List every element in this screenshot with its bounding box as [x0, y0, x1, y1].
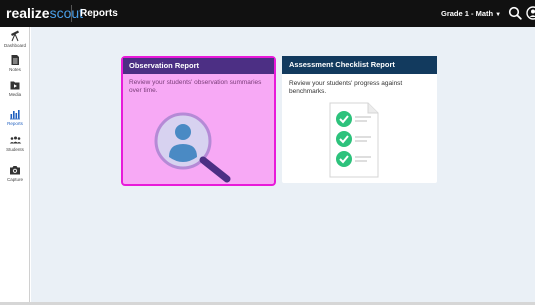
card-title: Observation Report	[123, 58, 274, 74]
camera-icon	[10, 166, 20, 175]
brand-logo-sub: scout	[49, 5, 84, 21]
card-title: Assessment Checklist Report	[282, 56, 437, 74]
sidebar-item-students[interactable]: Students	[0, 135, 30, 159]
account-icon[interactable]	[526, 6, 535, 20]
brand-logo-main: realize	[6, 5, 50, 21]
top-bar: realizescout Reports Grade 1 - Math ▼	[0, 0, 535, 27]
chevron-down-icon: ▼	[495, 12, 502, 18]
sidebar: Dashboard Notes Media Reports Students C…	[0, 27, 30, 303]
sidebar-item-label: Capture	[6, 177, 23, 182]
card-description: Review your students' observation summar…	[129, 79, 262, 94]
sidebar-item-notes[interactable]: Notes	[0, 54, 30, 78]
sidebar-item-label: Media	[8, 92, 22, 97]
students-icon	[9, 136, 21, 144]
observation-report-card[interactable]: Observation Report Review your students'…	[121, 56, 276, 186]
sidebar-item-reports[interactable]: Reports	[0, 108, 30, 132]
sidebar-item-label: Reports	[7, 121, 23, 126]
telescope-icon	[11, 30, 19, 42]
notes-icon	[11, 55, 19, 65]
main-content: Observation Report Review your students'…	[31, 27, 535, 303]
bar-chart-icon	[10, 110, 20, 120]
sidebar-item-label: Students	[6, 147, 24, 152]
search-icon[interactable]	[508, 6, 522, 20]
media-icon	[10, 81, 20, 90]
sidebar-item-media[interactable]: Media	[0, 79, 30, 103]
sidebar-item-dashboard[interactable]: Dashboard	[0, 29, 30, 53]
grade-selector[interactable]: Grade 1 - Math ▼	[441, 8, 501, 21]
sidebar-item-capture[interactable]: Capture	[0, 164, 30, 188]
grade-selector-label: Grade 1 - Math	[441, 9, 494, 18]
sidebar-item-label: Notes	[9, 67, 21, 72]
magnifier-person-icon	[154, 112, 231, 183]
header-divider	[71, 5, 72, 22]
sidebar-item-label: Dashboard	[3, 43, 26, 48]
page-title: Reports	[80, 8, 118, 19]
card-description: Review your students' progress against b…	[289, 80, 403, 95]
checklist-icon	[329, 102, 379, 178]
assessment-checklist-report-card[interactable]: Assessment Checklist Report Review your …	[282, 56, 437, 183]
